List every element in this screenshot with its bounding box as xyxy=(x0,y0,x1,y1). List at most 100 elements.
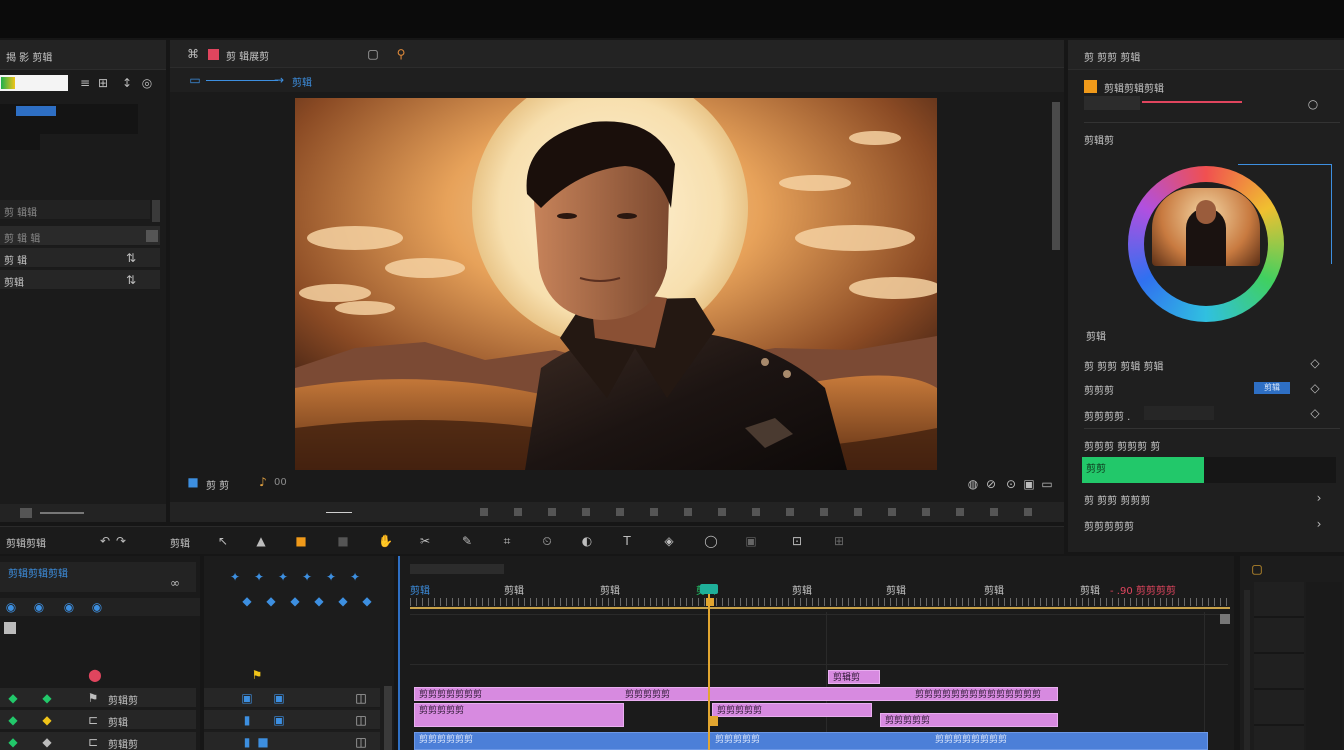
video-icon[interactable]: ▣ xyxy=(272,691,286,705)
text-icon[interactable]: T xyxy=(620,534,634,548)
keyframe-icon[interactable]: ◇ xyxy=(1308,381,1322,395)
playhead-handle[interactable] xyxy=(700,584,718,594)
circle-icon[interactable]: ■ xyxy=(336,534,350,548)
flag-icon[interactable]: ⊏ xyxy=(86,713,100,727)
lock-icon[interactable]: ▢ xyxy=(366,47,380,61)
tool-icon[interactable]: ✦ xyxy=(324,570,338,584)
more-icon[interactable]: ⊡ xyxy=(790,534,804,548)
tool-icon[interactable]: ◆ xyxy=(264,594,278,608)
video-icon[interactable]: ▮ xyxy=(240,713,254,727)
track-checkbox[interactable] xyxy=(4,622,16,634)
tool-icon[interactable]: ◆ xyxy=(312,594,326,608)
tool-icon[interactable]: ◆ xyxy=(360,594,374,608)
bin-row[interactable]: 剪辑 ⇅ xyxy=(0,270,160,290)
tool-row[interactable]: ▮ ■ ◫ xyxy=(204,732,380,750)
expand-icon[interactable]: ◫ xyxy=(354,735,368,749)
square-icon[interactable]: ■ xyxy=(294,534,308,548)
bin-row[interactable]: 剪 辑辑 xyxy=(0,200,150,220)
pin-icon[interactable]: ⚲ xyxy=(394,47,408,61)
swap-icon[interactable]: ⇅ xyxy=(124,251,138,265)
folder-icon[interactable]: ▭ xyxy=(188,73,202,87)
fit-icon[interactable]: ■ xyxy=(186,475,200,489)
tool-icon[interactable]: ✦ xyxy=(300,570,314,584)
tool-row[interactable]: ▣ ▣ ◫ xyxy=(204,688,380,708)
video-icon[interactable]: ▣ xyxy=(272,713,286,727)
redo-icon[interactable]: ↷ xyxy=(114,534,128,548)
expand-icon[interactable]: ◫ xyxy=(354,713,368,727)
video-icon[interactable]: ▮ xyxy=(240,735,254,749)
scissors-icon[interactable]: ✂ xyxy=(418,534,432,548)
marker-icon[interactable]: ⚑ xyxy=(250,668,264,682)
settings-icon[interactable]: ▢ xyxy=(1250,562,1264,576)
lock-icon[interactable]: ◆ xyxy=(40,713,54,727)
visibility-icon[interactable]: ◆ xyxy=(6,691,20,705)
layer-slider[interactable] xyxy=(1142,101,1242,103)
clip[interactable]: 剪剪剪剪剪 xyxy=(414,703,624,727)
clip[interactable]: 剪剪剪剪剪剪剪 剪剪剪剪剪 剪剪剪剪剪剪剪剪剪剪剪剪剪剪 xyxy=(414,687,1058,701)
tool-icon[interactable]: ✦ xyxy=(252,570,266,584)
clip[interactable]: 剪剪剪剪剪 xyxy=(712,703,872,717)
clip[interactable]: 剪剪剪剪剪 xyxy=(880,713,1058,727)
tool-icon[interactable]: ◆ xyxy=(336,594,350,608)
flag-icon[interactable]: ⚑ xyxy=(86,691,100,705)
undo-icon[interactable]: ↶ xyxy=(98,534,112,548)
tool-icon[interactable]: ✦ xyxy=(348,570,362,584)
tag-icon[interactable]: ⌘ xyxy=(186,47,200,61)
timeline-scroll-thumb[interactable] xyxy=(1220,614,1230,624)
footer-slider[interactable] xyxy=(40,512,84,514)
speed-icon[interactable]: ⊘ xyxy=(984,477,998,491)
chevron-right-icon[interactable]: › xyxy=(1312,517,1326,531)
lock-icon[interactable]: ◆ xyxy=(40,735,54,749)
layer-field[interactable] xyxy=(1084,96,1140,110)
flag-icon[interactable]: ⊏ xyxy=(86,735,100,749)
search-input[interactable] xyxy=(0,75,68,91)
timeline-ruler[interactable]: 剪辑 剪辑 剪辑 剪辑 剪辑 剪辑 剪辑 剪辑 - .90 剪剪剪剪 xyxy=(410,578,1230,610)
visibility-icon[interactable]: ◆ xyxy=(6,735,20,749)
lock-icon[interactable]: ◉ xyxy=(32,600,46,614)
tool-icon[interactable]: ✦ xyxy=(276,570,290,584)
audio-icon[interactable]: ◉ xyxy=(62,600,76,614)
scrub-line[interactable] xyxy=(326,512,352,513)
grid-view-icon[interactable]: ⊞ xyxy=(96,76,110,90)
expand-icon[interactable]: ◫ xyxy=(354,691,368,705)
tool-row[interactable]: ▮ ▣ ◫ xyxy=(204,710,380,730)
sync-icon[interactable]: ▣ xyxy=(744,534,758,548)
link-icon[interactable]: ◯ xyxy=(704,534,718,548)
pen-icon[interactable]: ✎ xyxy=(460,534,474,548)
rewind-icon[interactable]: ⊙ xyxy=(1004,477,1018,491)
mask-icon[interactable]: ◐ xyxy=(580,534,594,548)
media-thumb-2[interactable] xyxy=(0,134,40,150)
forward-icon[interactable]: ▭ xyxy=(1040,477,1054,491)
transport-controls[interactable] xyxy=(480,508,1040,516)
snap-icon[interactable]: ⊞ xyxy=(832,534,846,548)
viewer-scrollbar[interactable] xyxy=(1052,102,1060,250)
speed-icon[interactable]: ⏲ xyxy=(540,534,554,548)
list-view-icon[interactable]: ≡ xyxy=(78,76,92,90)
clip[interactable]: 剪剪剪剪剪剪 剪剪剪剪剪 剪剪剪剪剪剪剪剪 xyxy=(414,732,1208,750)
tools-scrollbar[interactable] xyxy=(384,686,392,750)
link-icon[interactable]: ∞ xyxy=(168,576,182,590)
reset-icon[interactable]: ○ xyxy=(1306,97,1320,111)
globe-icon[interactable]: ◍ xyxy=(966,477,980,491)
tool-icon[interactable]: ◆ xyxy=(288,594,302,608)
visibility-icon[interactable]: ◆ xyxy=(6,713,20,727)
triangle-icon[interactable]: ▲ xyxy=(254,534,268,548)
chevron-right-icon[interactable]: › xyxy=(1312,491,1326,505)
track-header-row[interactable]: ◆ ◆ ⊏ 剪辑 xyxy=(0,710,196,730)
keyframe-icon[interactable]: ◈ xyxy=(662,534,676,548)
marker[interactable] xyxy=(710,716,718,726)
sort-icon[interactable]: ↕ xyxy=(120,76,134,90)
eye-icon[interactable]: ◉ xyxy=(4,600,18,614)
media-thumb[interactable] xyxy=(0,104,138,134)
tool-icon[interactable]: ◆ xyxy=(240,594,254,608)
prop-field[interactable] xyxy=(1144,406,1214,420)
toggle-button[interactable]: 剪辑 xyxy=(1254,382,1290,394)
color-label-swatch[interactable] xyxy=(208,49,219,60)
keyframe-icon[interactable]: ◇ xyxy=(1308,356,1322,370)
playhead[interactable] xyxy=(708,584,710,750)
preview-frame[interactable] xyxy=(295,98,937,470)
settings-icon[interactable]: ◎ xyxy=(140,76,154,90)
video-icon[interactable]: ▣ xyxy=(240,691,254,705)
hand-icon[interactable]: ✋ xyxy=(378,534,393,548)
swap-icon[interactable]: ⇅ xyxy=(124,273,138,287)
